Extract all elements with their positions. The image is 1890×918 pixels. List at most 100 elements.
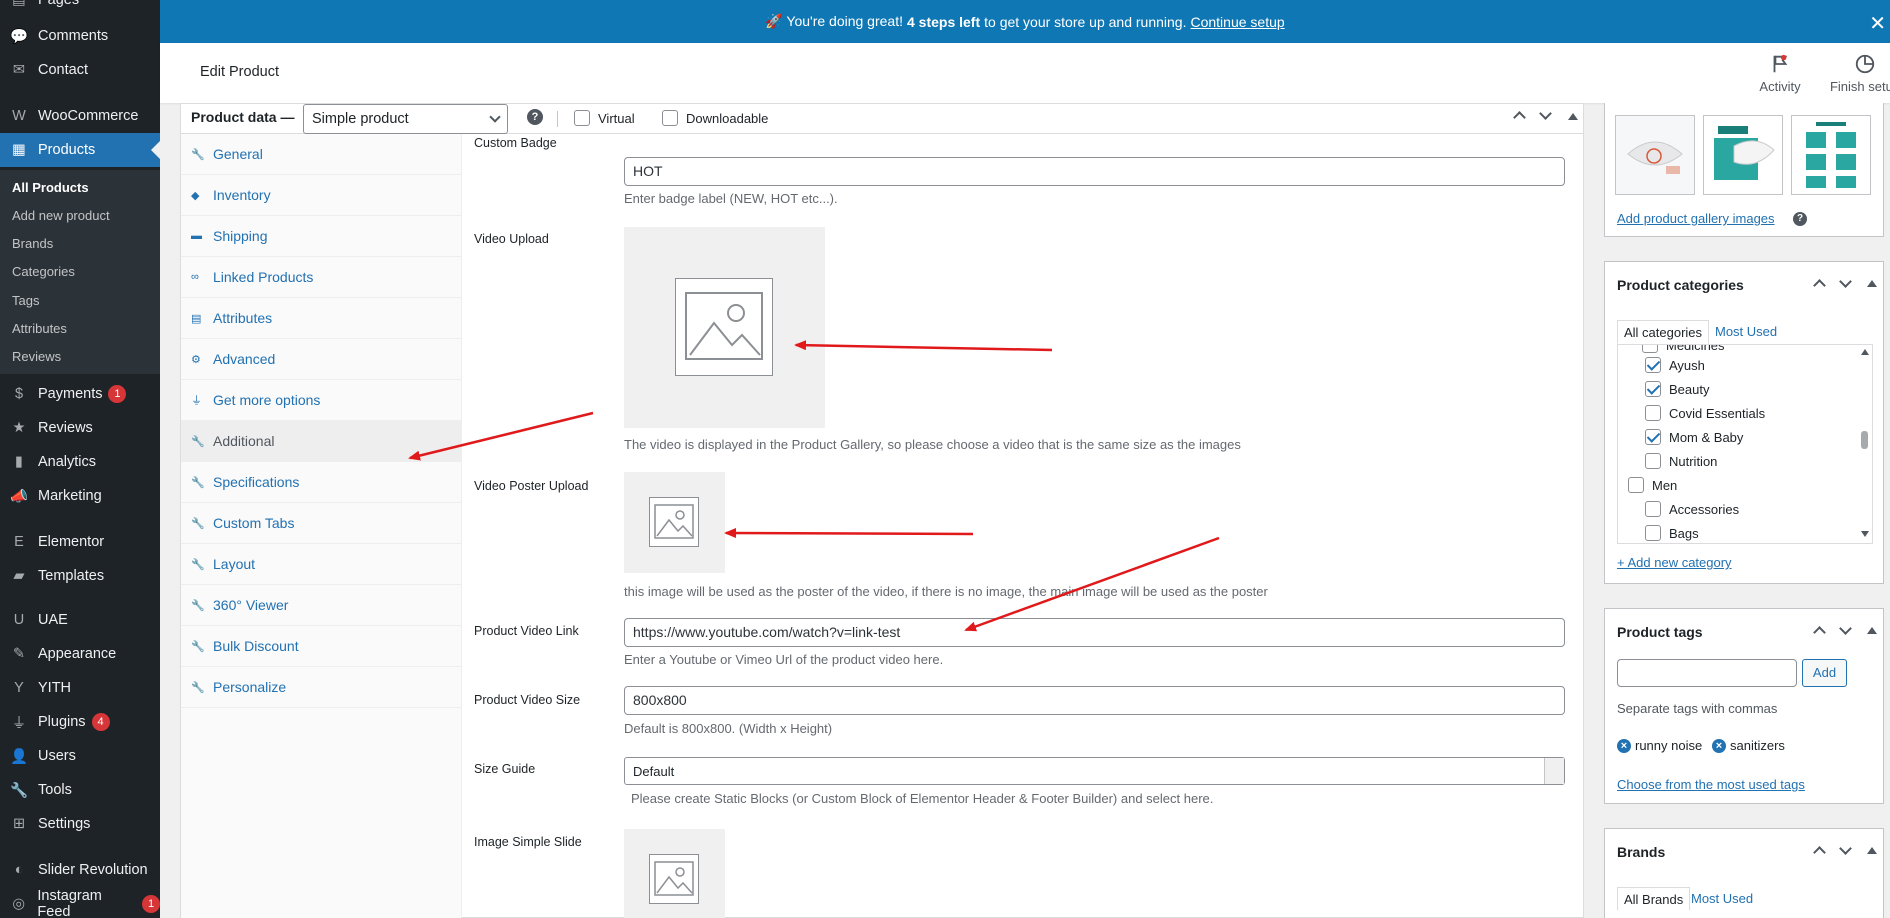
- category-item[interactable]: Nutrition: [1645, 453, 1717, 469]
- sidebar-item-plugins[interactable]: ⏚ Plugins 4: [0, 705, 160, 739]
- sidebar-item-woocommerce[interactable]: W WooCommerce: [0, 99, 160, 133]
- gallery-thumbnail[interactable]: [1615, 115, 1695, 195]
- tab-custom-tabs[interactable]: 🔧 Custom Tabs: [181, 503, 462, 544]
- submenu-item-reviews[interactable]: Reviews: [12, 349, 61, 364]
- add-gallery-images-link[interactable]: Add product gallery images: [1617, 211, 1775, 226]
- sidebar-item-yith[interactable]: Y YITH: [0, 671, 160, 705]
- scrollbar[interactable]: [1858, 345, 1872, 543]
- video-link-input[interactable]: https://www.youtube.com/watch?v=link-tes…: [624, 618, 1565, 647]
- sidebar-item-analytics[interactable]: ▮ Analytics: [0, 445, 160, 479]
- sidebar-item-marketing[interactable]: 📣 Marketing: [0, 479, 160, 513]
- activity-button[interactable]: Activity: [1745, 51, 1815, 99]
- sidebar-item-instagram-feed[interactable]: ◎ Instagram Feed 1: [0, 887, 160, 918]
- submenu-item-attributes[interactable]: Attributes: [12, 321, 67, 336]
- choose-most-used-tags-link[interactable]: Choose from the most used tags: [1617, 777, 1805, 792]
- toggle-panel-icon[interactable]: [1867, 280, 1877, 287]
- sidebar-item-reviews[interactable]: ★ Reviews: [0, 411, 160, 445]
- video-poster-placeholder[interactable]: [624, 472, 725, 573]
- sidebar-item-settings[interactable]: ⊞ Settings: [0, 807, 160, 841]
- remove-tag-icon[interactable]: ×: [1617, 738, 1631, 753]
- submenu-item-tags[interactable]: Tags: [12, 293, 39, 308]
- tag-input[interactable]: [1617, 659, 1797, 687]
- category-item[interactable]: Medicines: [1642, 345, 1725, 353]
- video-upload-placeholder[interactable]: [624, 227, 825, 428]
- category-item[interactable]: Men: [1628, 477, 1677, 493]
- category-item[interactable]: Covid Essentials: [1645, 405, 1765, 421]
- tab-inventory[interactable]: ◆ Inventory: [181, 175, 462, 216]
- chevron-down-icon[interactable]: [1539, 107, 1552, 120]
- sidebar-item-appearance[interactable]: ✎ Appearance: [0, 637, 160, 671]
- category-checkbox[interactable]: [1645, 357, 1661, 373]
- sidebar-item-slider-revolution[interactable]: ◐ Slider Revolution: [0, 853, 160, 887]
- tab-most-used[interactable]: Most Used: [1685, 887, 1759, 911]
- scrollbar-thumb[interactable]: [1861, 431, 1868, 449]
- category-item[interactable]: Mom & Baby: [1645, 429, 1743, 445]
- tab-linked-products[interactable]: ∞ Linked Products: [181, 257, 462, 298]
- category-checkbox[interactable]: [1645, 501, 1661, 517]
- tab-most-used[interactable]: Most Used: [1709, 320, 1783, 344]
- chevron-down-icon[interactable]: [1839, 275, 1852, 288]
- continue-setup-link[interactable]: Continue setup: [1190, 14, 1284, 30]
- sidebar-item-elementor[interactable]: E Elementor: [0, 525, 160, 559]
- product-type-select[interactable]: Simple product: [303, 104, 508, 134]
- submenu-item-brands[interactable]: Brands: [12, 236, 53, 251]
- remove-tag-icon[interactable]: ×: [1712, 738, 1726, 753]
- chevron-up-icon[interactable]: [1513, 111, 1526, 124]
- chevron-down-icon[interactable]: [1839, 842, 1852, 855]
- category-item[interactable]: Beauty: [1645, 381, 1709, 397]
- tab-personalize[interactable]: 🔧 Personalize: [181, 667, 462, 708]
- category-item[interactable]: Bags: [1645, 525, 1699, 541]
- checkbox-box[interactable]: [574, 110, 590, 126]
- tab-get-more-options[interactable]: ⏚ Get more options: [181, 380, 462, 421]
- category-checkbox[interactable]: [1645, 453, 1661, 469]
- scroll-up-icon[interactable]: [1861, 349, 1869, 355]
- sidebar-item-products[interactable]: ▦ Products: [0, 133, 160, 167]
- select-arrow[interactable]: [1544, 758, 1564, 784]
- tab-advanced[interactable]: ⚙ Advanced: [181, 339, 462, 380]
- tab-layout[interactable]: 🔧 Layout: [181, 544, 462, 585]
- sidebar-item-payments[interactable]: $ Payments 1: [0, 377, 160, 411]
- submenu-item-add-new-product[interactable]: Add new product: [12, 208, 110, 223]
- toggle-panel-icon[interactable]: [1867, 847, 1877, 854]
- add-new-category-link[interactable]: + Add new category: [1617, 555, 1732, 570]
- submenu-item-categories[interactable]: Categories: [12, 264, 75, 279]
- tab-shipping[interactable]: ▬ Shipping: [181, 216, 462, 257]
- virtual-checkbox[interactable]: Virtual: [574, 110, 635, 126]
- sidebar-item-templates[interactable]: ▰ Templates: [0, 559, 160, 593]
- category-checkbox[interactable]: [1645, 405, 1661, 421]
- checkbox-box[interactable]: [1642, 345, 1658, 353]
- sidebar-item-users[interactable]: 👤 Users: [0, 739, 160, 773]
- sidebar-item-tools[interactable]: 🔧 Tools: [0, 773, 160, 807]
- custom-badge-input[interactable]: HOT: [624, 157, 1565, 186]
- sidebar-item-pages[interactable]: ▤ Pages: [0, 0, 160, 17]
- finish-setup-button[interactable]: Finish setup: [1825, 51, 1890, 99]
- tab-360-viewer[interactable]: 🔧 360° Viewer: [181, 585, 462, 626]
- image-slide-placeholder[interactable]: [624, 829, 725, 918]
- gallery-thumbnail[interactable]: [1791, 115, 1871, 195]
- chevron-up-icon[interactable]: [1813, 626, 1826, 639]
- category-item[interactable]: Ayush: [1645, 357, 1705, 373]
- tab-additional[interactable]: 🔧 Additional: [181, 421, 462, 462]
- gallery-thumbnail[interactable]: [1703, 115, 1783, 195]
- sidebar-item-uae[interactable]: U UAE: [0, 603, 160, 637]
- checkbox-box[interactable]: [662, 110, 678, 126]
- category-checkbox[interactable]: [1645, 429, 1661, 445]
- add-tag-button[interactable]: Add: [1802, 659, 1847, 687]
- tab-specifications[interactable]: 🔧 Specifications: [181, 462, 462, 503]
- category-checkbox[interactable]: [1645, 381, 1661, 397]
- categories-checklist[interactable]: Medicines Ayush Beauty Covid Essentials Mom…: [1617, 344, 1873, 544]
- category-item[interactable]: Accessories: [1645, 501, 1739, 517]
- size-guide-select[interactable]: Default: [624, 757, 1565, 785]
- chevron-up-icon[interactable]: [1813, 279, 1826, 292]
- tab-general[interactable]: 🔧 General: [181, 134, 462, 175]
- scroll-down-icon[interactable]: [1861, 531, 1869, 537]
- close-icon[interactable]: ✕: [1869, 11, 1886, 36]
- category-checkbox[interactable]: [1628, 477, 1644, 493]
- submenu-item-all-products[interactable]: All Products: [12, 180, 89, 195]
- downloadable-checkbox[interactable]: Downloadable: [662, 110, 768, 126]
- tab-attributes[interactable]: ▤ Attributes: [181, 298, 462, 339]
- sidebar-item-contact[interactable]: ✉ Contact: [0, 53, 160, 87]
- category-checkbox[interactable]: [1645, 525, 1661, 541]
- chevron-down-icon[interactable]: [1839, 622, 1852, 635]
- tab-all-brands[interactable]: All Brands: [1617, 887, 1691, 911]
